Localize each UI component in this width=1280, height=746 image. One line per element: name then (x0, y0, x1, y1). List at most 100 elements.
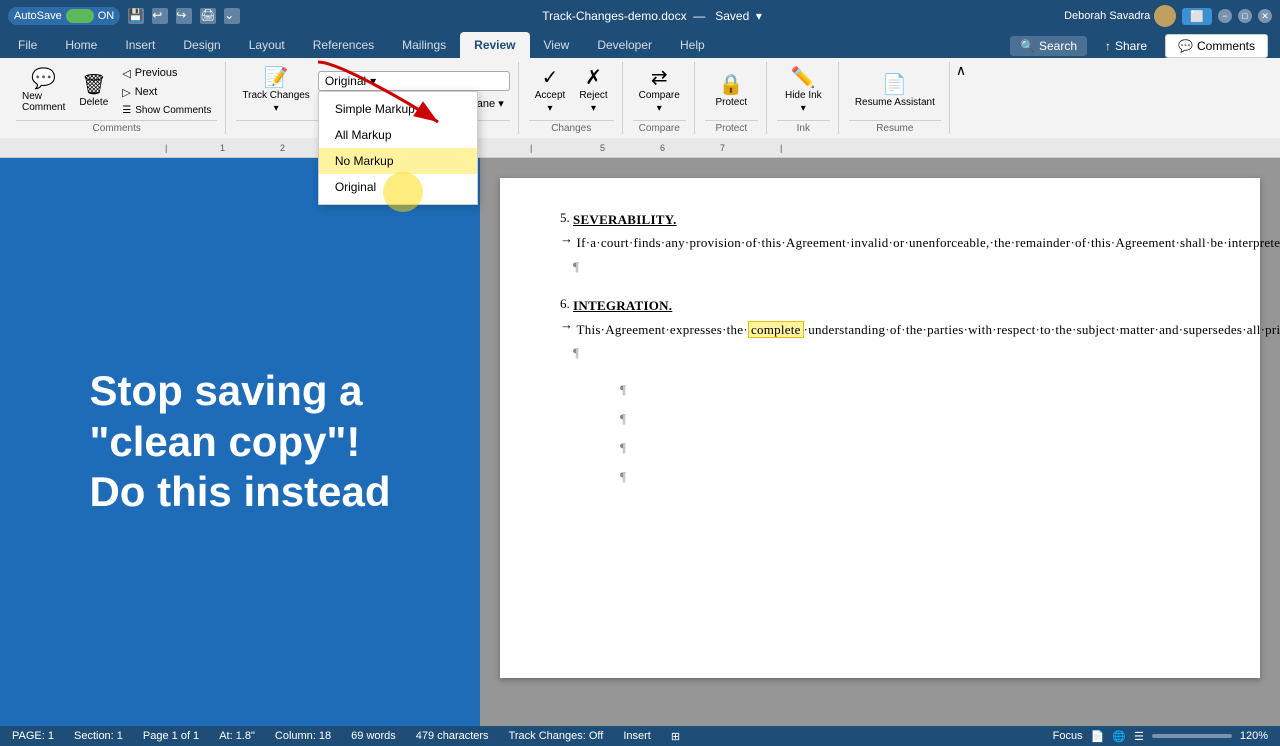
next-btn[interactable]: ▷ Next (116, 84, 217, 101)
ribbon-group-ink: ✏️ Hide Ink ▾ Ink (769, 62, 839, 134)
titlebar: AutoSave ON 💾 ↩ ↪ 🖨 ⌄ Track-Changes-demo… (0, 0, 1280, 32)
ruler: | 1 2 3 4 | 5 6 7 | (0, 138, 1280, 158)
para-mark-4: ¶ (620, 467, 1200, 488)
ribbon-display-btn[interactable]: ⬜ (1182, 8, 1212, 25)
view-mode-web[interactable]: 🌐 (1112, 730, 1126, 743)
share-label: Share (1115, 39, 1147, 53)
status-page-of: Page 1 of 1 (143, 730, 199, 742)
ruler-mark-6: 5 (600, 143, 605, 153)
accept-btn[interactable]: ✓ Accept ▾ (529, 64, 572, 118)
minimize-button[interactable]: − (1218, 9, 1232, 23)
overlay-line1: Stop saving a (89, 366, 390, 416)
user-info: Deborah Savadra (1064, 5, 1176, 27)
markup-arrow: ▾ (370, 74, 376, 88)
status-words: 69 words (351, 730, 396, 742)
next-label: Next (135, 86, 158, 98)
markup-select[interactable]: Original ▾ (318, 71, 510, 91)
ribbon-collapse-btn[interactable]: ∧ (956, 62, 966, 134)
reject-btn[interactable]: ✗ Reject ▾ (573, 64, 613, 118)
tab-layout[interactable]: Layout (235, 32, 299, 58)
item-6-content: INTEGRATION. This·Agreement·expresses·th… (573, 294, 1280, 364)
protect-btn[interactable]: 🔒 Protect (709, 71, 753, 112)
ribbon-group-protect: 🔒 Protect Protect (697, 62, 767, 134)
para-mark-5: ¶ (573, 259, 579, 274)
no-markup-label: No Markup (335, 154, 394, 168)
item-6-number: 6. → (560, 294, 573, 364)
search-label: Search (1039, 39, 1077, 53)
markup-option-simple[interactable]: Simple Markup (319, 96, 477, 122)
search-box[interactable]: 🔍 Search (1010, 36, 1087, 56)
markup-option-original[interactable]: Original (319, 174, 477, 200)
resume-buttons: 📄 Resume Assistant (849, 62, 941, 120)
tab-design[interactable]: Design (169, 32, 234, 58)
comments-label: Comments (1197, 39, 1255, 53)
compare-icon: ⇄ (651, 68, 668, 88)
tab-review[interactable]: Review (460, 32, 529, 58)
ink-buttons: ✏️ Hide Ink ▾ (777, 62, 830, 120)
view-mode-print[interactable]: 📄 (1091, 730, 1105, 743)
delete-icon: 🗑 (81, 75, 106, 95)
saved-status: Saved (715, 9, 749, 23)
changes-group-label: Changes (529, 120, 614, 134)
markup-option-all[interactable]: All Markup (319, 122, 477, 148)
accept-label: Accept (535, 90, 566, 101)
tab-insert[interactable]: Insert (111, 32, 169, 58)
titlebar-right: Deborah Savadra ⬜ − □ ✕ (1064, 5, 1272, 27)
tab-file[interactable]: File (4, 32, 51, 58)
tab-references[interactable]: References (299, 32, 388, 58)
more-icon[interactable]: ⌄ (224, 8, 240, 24)
track-changes-arrow: ▾ (274, 103, 279, 114)
resume-btn[interactable]: 📄 Resume Assistant (849, 71, 941, 112)
hide-ink-btn[interactable]: ✏️ Hide Ink ▾ (779, 64, 828, 118)
share-icon: ↑ (1105, 39, 1111, 53)
reject-arrow: ▾ (591, 103, 596, 114)
status-column: Column: 18 (275, 730, 331, 742)
tab-developer[interactable]: Developer (583, 32, 666, 58)
show-comments-icon: ☰ (122, 105, 131, 116)
accept-arrow: ▾ (548, 103, 553, 114)
ribbon-content: 💬 NewComment 🗑 Delete ◁ Previous ▷ Next … (0, 58, 1280, 138)
document-area[interactable]: 5. → SEVERABILITY. If·a·court·finds·any·… (480, 158, 1280, 726)
markup-dropdown-container: Original ▾ Simple Markup All Markup No M… (318, 71, 510, 91)
all-markup-label: All Markup (335, 128, 392, 142)
focus-btn[interactable]: Focus (1053, 730, 1083, 742)
status-characters: 479 characters (416, 730, 489, 742)
undo-icon[interactable]: ↩ (152, 8, 168, 24)
zoom-slider[interactable] (1152, 734, 1232, 738)
doc-item-5: 5. → SEVERABILITY. If·a·court·finds·any·… (560, 208, 1200, 278)
print-icon[interactable]: 🖨 (200, 8, 216, 24)
new-comment-btn[interactable]: 💬 NewComment (16, 65, 71, 117)
markup-controls: Original ▾ Simple Markup All Markup No M… (318, 71, 510, 112)
user-avatar (1154, 5, 1176, 27)
tab-mailings[interactable]: Mailings (388, 32, 460, 58)
markup-option-no[interactable]: No Markup (319, 148, 477, 174)
view-mode-outline[interactable]: ☰ (1134, 730, 1144, 743)
main-area: Stop saving a "clean copy"! Do this inst… (0, 158, 1280, 726)
share-button[interactable]: ↑ Share (1093, 35, 1159, 57)
tracking-buttons: 📝 Track Changes ▾ Original ▾ Simple Mark… (236, 62, 509, 120)
tab-help[interactable]: Help (666, 32, 719, 58)
statusbar-right: Focus 📄 🌐 ☰ 120% (1053, 730, 1268, 743)
item-6-title: INTEGRATION. (573, 298, 672, 313)
close-button[interactable]: ✕ (1258, 9, 1272, 23)
titlebar-left: AutoSave ON 💾 ↩ ↪ 🖨 ⌄ (8, 7, 240, 25)
save-icon[interactable]: 💾 (128, 8, 144, 24)
track-changes-btn[interactable]: 📝 Track Changes ▾ (236, 64, 315, 118)
comments-button[interactable]: 💬 Comments (1165, 34, 1268, 58)
tab-view[interactable]: View (530, 32, 584, 58)
autosave-toggle[interactable]: AutoSave ON (8, 7, 120, 25)
autosave-state: ON (98, 10, 115, 22)
autosave-toggle-switch[interactable] (66, 9, 94, 23)
ribbon-group-changes: ✓ Accept ▾ ✗ Reject ▾ Changes (521, 62, 623, 134)
maximize-button[interactable]: □ (1238, 9, 1252, 23)
delete-btn[interactable]: 🗑 Delete (73, 71, 114, 112)
redo-icon[interactable]: ↪ (176, 8, 192, 24)
show-comments-label: Show Comments (135, 105, 211, 116)
tab-home[interactable]: Home (51, 32, 111, 58)
ribbon-group-compare: ⇄ Compare ▾ Compare (625, 62, 695, 134)
compare-btn[interactable]: ⇄ Compare ▾ (633, 64, 686, 118)
previous-icon: ◁ (122, 67, 130, 80)
previous-btn[interactable]: ◁ Previous (116, 65, 217, 82)
show-comments-btn[interactable]: ☰ Show Comments (116, 103, 217, 118)
para-mark-6: ¶ (573, 345, 579, 360)
